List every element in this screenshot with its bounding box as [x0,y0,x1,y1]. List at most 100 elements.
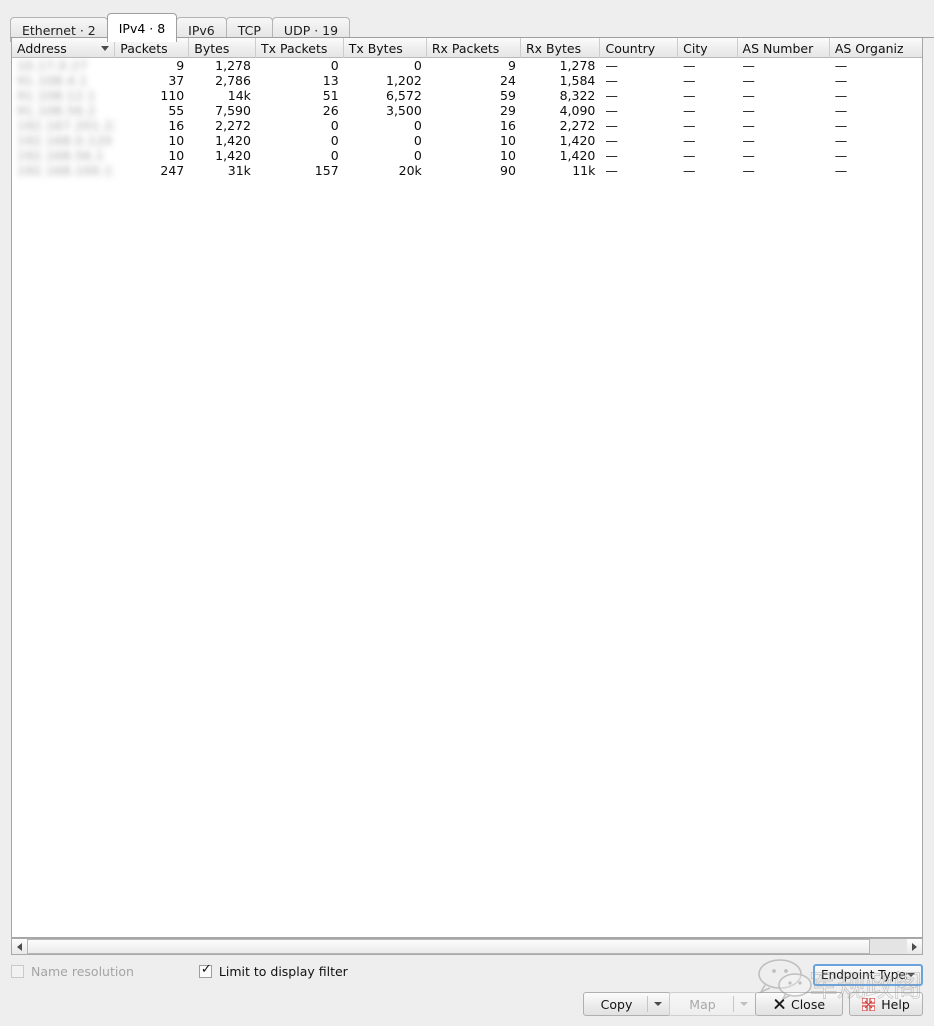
table-row[interactable]: 192.168.100.11 247 31k 157 20k 90 11k — — — — [12,163,922,178]
cell-rx-packets: 29 [500,103,516,118]
cell-tx-bytes: 6,572 [386,88,422,103]
cell-city: — [683,133,696,148]
close-x-icon [773,998,785,1010]
map-button-label: Map [689,996,716,1012]
cell-bytes: 31k [227,163,251,178]
cell-rx-bytes: 1,420 [559,133,596,148]
cell-tx-bytes: 0 [413,148,422,163]
table-row[interactable]: 91.108.4.1 37 2,786 13 1,202 24 1,584 — — — — [12,73,922,88]
column-header-tx-packets[interactable]: Tx Packets [256,38,344,58]
cell-address: 91.108.56.2 [17,103,96,118]
tab-ipv4[interactable]: IPv4 · 8 [106,13,178,42]
cell-packets: 9 [176,58,185,73]
help-icon [861,996,876,1012]
cell-as-org: — [834,118,848,133]
cell-bytes: 7,590 [215,103,251,118]
cell-as-org: — [834,73,848,88]
cell-as-org: — [834,148,848,163]
scrollbar-thumb[interactable] [27,939,870,954]
cell-packets: 110 [160,88,185,103]
scrollbar-track[interactable] [27,939,907,954]
chevron-down-icon[interactable] [740,1002,748,1006]
column-header-country[interactable]: Country [600,38,679,58]
cell-packets: 10 [168,148,185,163]
endpoint-types-dropdown[interactable]: Endpoint Types [813,964,923,986]
cell-rx-packets: 10 [500,148,516,163]
cell-packets: 10 [168,133,185,148]
scroll-right-button[interactable] [907,939,922,954]
cell-tx-packets: 26 [322,103,339,118]
cell-as-number: — [742,58,755,73]
horizontal-scrollbar[interactable] [11,938,923,955]
column-header-bytes[interactable]: Bytes [189,38,256,58]
column-header-rx-packets[interactable]: Rx Packets [427,38,521,58]
cell-country: — [605,73,618,88]
cell-rx-bytes: 1,420 [559,148,596,163]
column-header-city[interactable]: City [678,38,738,58]
cell-bytes: 2,786 [215,73,251,88]
cell-as-number: — [742,133,755,148]
options-row: Name resolution ✓ Limit to display filte… [11,962,348,979]
table-row[interactable]: 192.168.56.1 10 1,420 0 0 10 1,420 — — — — [12,148,922,163]
column-header-tx-bytes[interactable]: Tx Bytes [344,38,427,58]
column-header-label: Rx Bytes [525,40,582,56]
cell-bytes: 1,420 [215,148,251,163]
copy-button[interactable]: Copy [583,992,671,1016]
table-row[interactable]: 192.167.201.227 16 2,272 0 0 16 2,272 — — — — [12,118,922,133]
column-header-label: Tx Bytes [348,40,403,56]
column-header-as-number[interactable]: AS Number [738,38,830,58]
dialog-button-row: Copy Map Close Help [0,992,934,1022]
copy-button-label: Copy [600,996,633,1012]
cell-country: — [605,88,618,103]
cell-rx-packets: 24 [500,73,516,88]
column-header-rx-bytes[interactable]: Rx Bytes [521,38,601,58]
limit-to-display-filter-option[interactable]: ✓ Limit to display filter [198,962,348,979]
help-button[interactable]: Help [849,992,923,1016]
cell-as-org: — [834,133,848,148]
column-header-label: Country [605,40,656,56]
help-button-label: Help [881,996,910,1012]
cell-tx-packets: 51 [322,88,339,103]
cell-city: — [683,148,696,163]
cell-country: — [605,163,618,178]
cell-bytes: 1,420 [215,133,251,148]
column-header-as-org[interactable]: AS Organiz [830,38,922,58]
cell-city: — [683,88,696,103]
name-resolution-checkbox[interactable] [11,965,24,978]
scroll-left-button[interactable] [12,939,27,954]
cell-city: — [683,163,696,178]
cell-tx-packets: 0 [330,118,339,133]
cell-rx-packets: 10 [500,133,516,148]
cell-as-org: — [834,103,848,118]
cell-tx-bytes: 0 [413,118,422,133]
cell-tx-bytes: 1,202 [386,73,422,88]
cell-address: 192.167.201.227 [17,118,115,133]
cell-tx-packets: 0 [330,148,339,163]
cell-rx-packets: 16 [500,118,516,133]
column-header-address[interactable]: Address [12,38,116,58]
limit-to-display-filter-label: Limit to display filter [218,964,348,979]
close-button-label: Close [790,996,826,1012]
cell-packets: 37 [168,73,185,88]
table-row[interactable]: 91.108.56.2 55 7,590 26 3,500 29 4,090 — — — — [12,103,922,118]
cell-as-number: — [742,148,755,163]
close-button[interactable]: Close [755,992,843,1016]
cell-tx-bytes: 0 [413,133,422,148]
table-row[interactable]: 192.168.0.120 10 1,420 0 0 10 1,420 — — — — [12,133,922,148]
cell-address: 10.17.0.27 [17,58,88,73]
column-header-label: City [683,40,708,56]
table-body: 10.17.0.27 9 1,278 0 0 9 1,278— — — —91.108.4.1 37… [12,58,922,178]
table-row[interactable]: 10.17.0.27 9 1,278 0 0 9 1,278 — — — — [12,58,922,73]
chevron-down-icon[interactable] [654,1002,662,1006]
map-button[interactable]: Map [669,992,757,1016]
button-divider [647,996,648,1012]
checkmark-icon: ✓ [200,962,212,977]
chevron-down-icon [907,973,915,977]
button-divider [733,996,734,1012]
limit-to-display-filter-checkbox[interactable]: ✓ [198,962,212,978]
endpoints-table: Address Packets Bytes Tx Packets Tx Bytes Rx … [11,38,923,938]
endpoints-dialog: Ethernet · 2 IPv4 · 8 IPv6 TCP UDP · 19 Addr… [0,0,934,1026]
table-row[interactable]: 91.108.12.1 110 14k 51 6,572 59 8,322 — — — — [12,88,922,103]
cell-bytes: 1,278 [215,58,251,73]
name-resolution-option[interactable]: Name resolution [11,964,134,979]
